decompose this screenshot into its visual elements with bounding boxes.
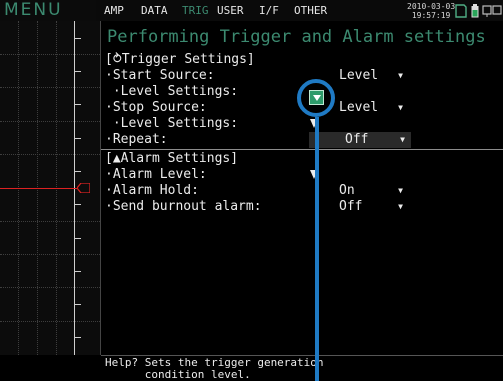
time-text: 19:57:19 — [411, 11, 451, 20]
menu-title: MENU — [0, 0, 96, 21]
repeat-row[interactable]: ·Repeat: Off ▼ — [101, 132, 503, 148]
dropdown-arrow-icon: ▼ — [398, 202, 403, 211]
callout-pointer-line — [315, 117, 319, 381]
tab-user[interactable]: USER — [217, 3, 244, 19]
stop-source-select[interactable]: Level ▼ — [339, 100, 409, 116]
tab-amp[interactable]: AMP — [104, 3, 124, 19]
trigger-level-line — [0, 188, 77, 189]
level-settings-button[interactable] — [309, 90, 324, 105]
start-source-label: ·Start Source: — [105, 68, 215, 83]
grid-line — [0, 121, 100, 122]
repeat-select[interactable]: Off ▼ — [309, 132, 411, 148]
stop-level-label: ·Level Settings: — [105, 116, 239, 131]
grid-line — [0, 254, 100, 255]
grid-line — [0, 54, 100, 55]
help-bar: Help? Sets the trigger generation condit… — [101, 355, 503, 381]
stop-source-value: Level — [339, 100, 379, 115]
status-icons — [454, 4, 503, 18]
sd-card-icon — [455, 4, 467, 18]
settings-panel: Performing Trigger and Alarm settings [⥁… — [101, 21, 503, 355]
waveform-graph — [0, 21, 101, 355]
axis-tick — [74, 238, 81, 239]
dropdown-arrow-icon: ▼ — [398, 103, 403, 112]
start-source-select[interactable]: Level ▼ — [339, 68, 409, 84]
grid-line — [0, 87, 100, 88]
burnout-row[interactable]: ·Send burnout alarm: Off ▼ — [101, 199, 503, 215]
burnout-select[interactable]: Off ▼ — [339, 199, 409, 215]
dropdown-arrow-icon: ▼ — [398, 186, 403, 195]
axis-tick — [74, 104, 81, 105]
battery-icon — [471, 4, 479, 18]
burnout-label: ·Send burnout alarm: — [105, 199, 262, 214]
stop-level-row[interactable]: ·Level Settings: — [101, 116, 503, 132]
alarm-hold-label: ·Alarm Hold: — [105, 183, 199, 198]
alarm-level-label: ·Alarm Level: — [105, 167, 207, 182]
grid-line — [0, 221, 100, 222]
date-text: 2010-03-03 — [407, 2, 456, 11]
grid-line — [0, 321, 100, 322]
repeat-value-wrap: Off ▼ — [345, 132, 411, 148]
alarm-hold-row[interactable]: ·Alarm Hold: On ▼ — [101, 183, 503, 199]
alarm-hold-select[interactable]: On ▼ — [339, 183, 409, 199]
axis-tick — [74, 38, 81, 39]
device-screen: MENU AMP DATA TRIG USER I/F OTHER 2010-0… — [0, 0, 503, 381]
tab-data[interactable]: DATA — [141, 3, 168, 19]
start-source-row[interactable]: ·Start Source: Level ▼ — [101, 68, 503, 84]
tab-if[interactable]: I/F — [259, 3, 279, 19]
alarm-settings-heading: [▲Alarm Settings] — [101, 151, 503, 167]
grid-line — [0, 154, 100, 155]
start-level-label: ·Level Settings: — [105, 84, 239, 99]
dropdown-arrow-icon: ▼ — [400, 135, 405, 144]
datetime: 2010-03-03 19:57:19 — [407, 2, 455, 20]
trigger-settings-heading: [⥁Trigger Settings] — [101, 52, 503, 68]
axis-tick — [74, 138, 81, 139]
section-divider — [101, 149, 503, 150]
tab-other[interactable]: OTHER — [294, 3, 327, 19]
tab-trig[interactable]: TRIG — [182, 3, 209, 19]
help-text-line-2: condition level. — [105, 368, 251, 381]
stop-source-label: ·Stop Source: — [105, 100, 207, 115]
dropdown-arrow-icon: ▼ — [398, 71, 403, 80]
axis-tick — [74, 204, 81, 205]
alarm-level-row[interactable]: ·Alarm Level: — [101, 167, 503, 183]
section-heading: [⥁Trigger Settings] — [105, 52, 255, 67]
axis-tick — [74, 304, 81, 305]
start-source-value: Level — [339, 68, 379, 83]
burnout-value: Off — [339, 199, 363, 214]
axis-tick — [74, 71, 81, 72]
repeat-label: ·Repeat: — [105, 132, 168, 147]
section-heading: [▲Alarm Settings] — [105, 151, 239, 166]
network-icon — [482, 5, 502, 17]
trigger-marker-icon — [77, 183, 90, 193]
grid-line — [0, 287, 100, 288]
alarm-hold-value: On — [339, 183, 355, 198]
axis-tick — [74, 271, 81, 272]
page-title: Performing Trigger and Alarm settings — [107, 27, 486, 47]
axis-tick — [74, 171, 81, 172]
repeat-value: Off — [345, 132, 369, 147]
axis-tick — [74, 337, 81, 338]
